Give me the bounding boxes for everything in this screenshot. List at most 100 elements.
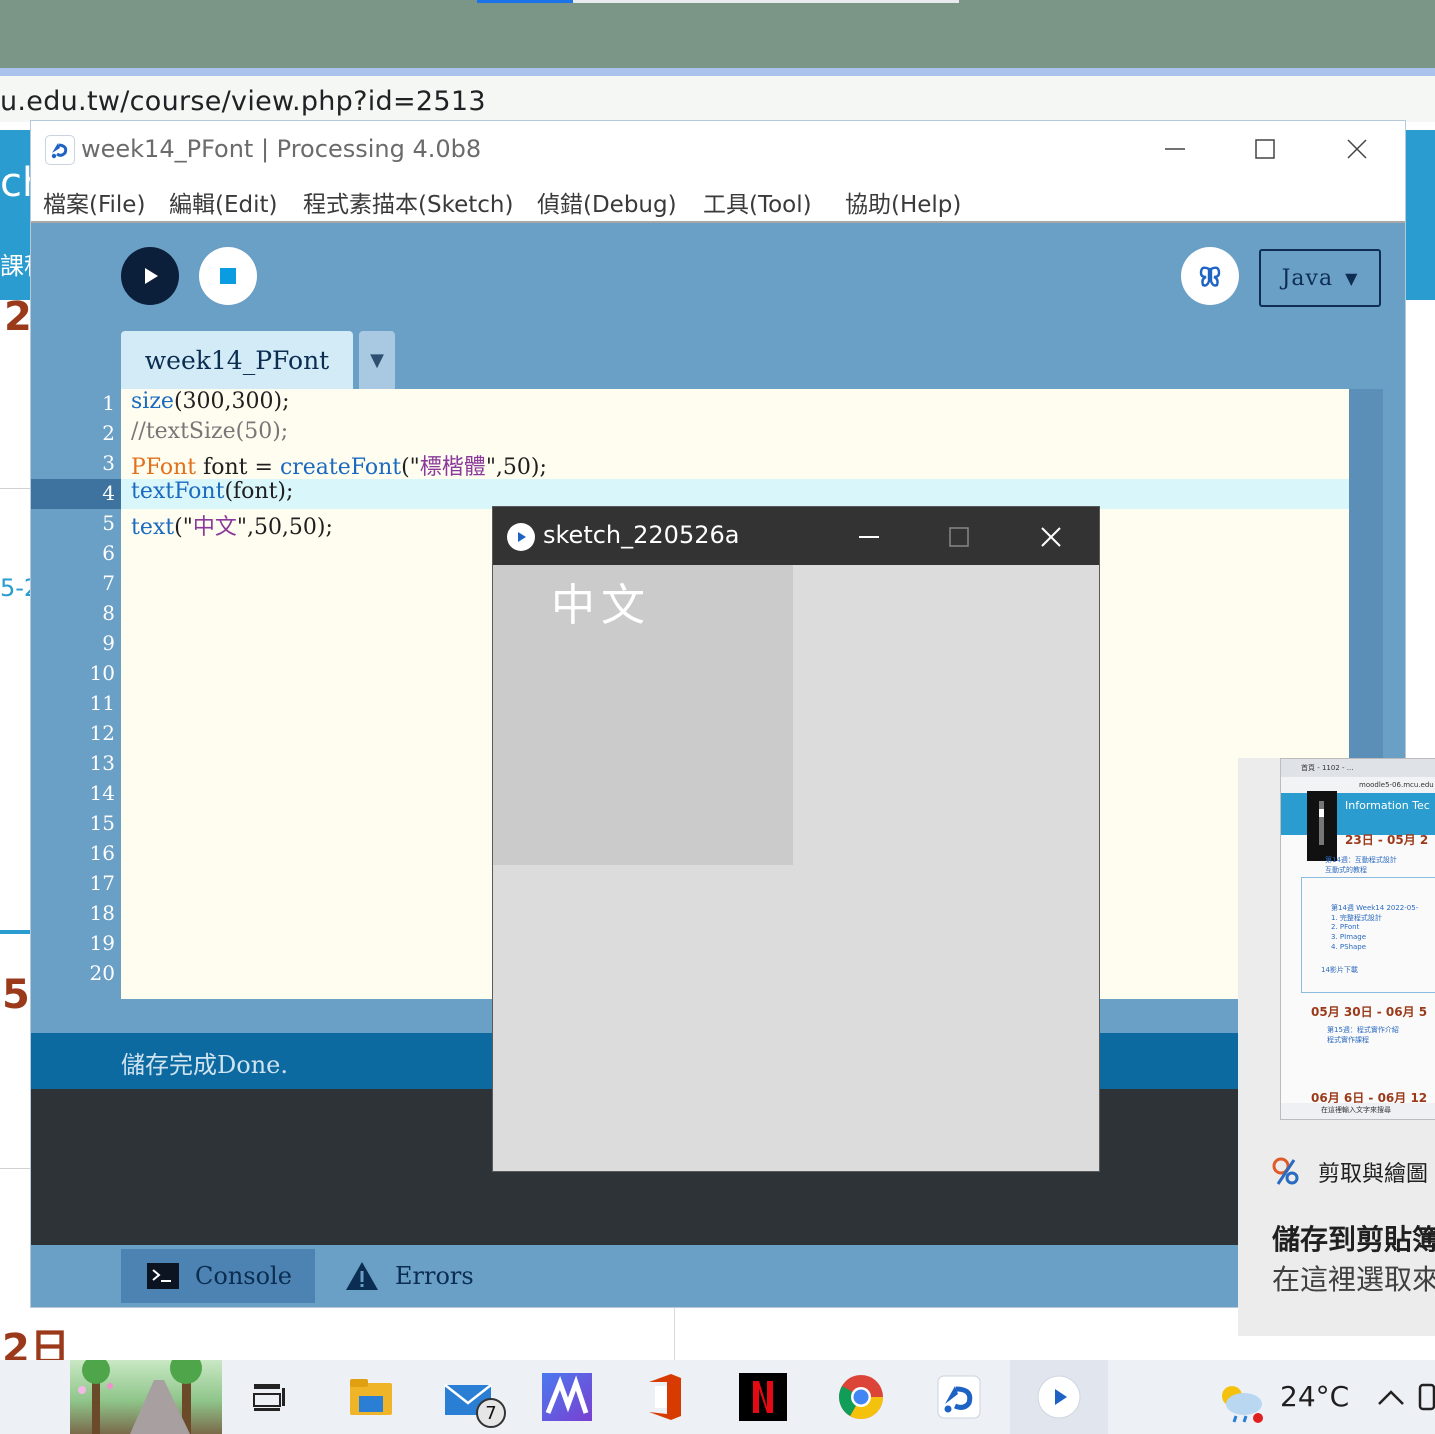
code-text: (300,300); bbox=[173, 389, 290, 414]
bottom-tab-bar: Console Errors bbox=[31, 1245, 1405, 1307]
run-button[interactable] bbox=[121, 247, 179, 305]
chevron-up-icon[interactable] bbox=[1366, 1372, 1416, 1422]
mode-selector[interactable]: Java ▼ bbox=[1259, 249, 1381, 307]
code-type: PFont bbox=[131, 455, 197, 480]
code-line-1[interactable]: size(300,300); bbox=[131, 389, 290, 414]
code-string: 標楷體 bbox=[419, 455, 486, 480]
page-divider bbox=[0, 1168, 32, 1169]
line-number: 14 bbox=[89, 781, 115, 805]
menu-sketch[interactable]: 程式素描本(Sketch) bbox=[303, 185, 513, 219]
close-button[interactable] bbox=[1005, 513, 1097, 561]
code-line-5[interactable]: text("中文",50,50); bbox=[131, 509, 333, 541]
warning-icon bbox=[346, 1262, 378, 1290]
stop-icon bbox=[220, 268, 236, 284]
tab-week14-pfont[interactable]: week14_PFont bbox=[121, 331, 353, 389]
menu-edit[interactable]: 編輯(Edit) bbox=[169, 185, 278, 219]
line-number: 1 bbox=[102, 391, 115, 415]
thumb-item: 互動式的教程 bbox=[1325, 866, 1367, 874]
sketch-title: sketch_220526a bbox=[543, 521, 740, 549]
maximize-button[interactable] bbox=[1219, 125, 1311, 173]
current-line-highlight bbox=[121, 479, 1349, 509]
tab-indicator bbox=[573, 0, 959, 3]
thumb-search: 在這裡輸入文字來搜尋 bbox=[1321, 1106, 1391, 1114]
stop-button[interactable] bbox=[199, 247, 257, 305]
page-divider bbox=[674, 1300, 675, 1360]
debugger-button[interactable] bbox=[1181, 247, 1239, 305]
code-line-2[interactable]: //textSize(50); bbox=[131, 419, 288, 444]
mail-badge: 7 bbox=[476, 1398, 506, 1428]
line-number: 16 bbox=[89, 841, 115, 865]
tab-console-label: Console bbox=[195, 1262, 292, 1290]
window-titlebar[interactable]: week14_PFont | Processing 4.0b8 bbox=[31, 121, 1405, 177]
close-button[interactable] bbox=[1311, 125, 1403, 173]
code-text: (" bbox=[174, 515, 193, 540]
page-divider bbox=[0, 488, 32, 489]
sketch-taskbar-icon[interactable] bbox=[1034, 1372, 1084, 1422]
code-line-4[interactable]: textFont(font); bbox=[131, 479, 293, 504]
menu-debug[interactable]: 偵錯(Debug) bbox=[537, 185, 677, 219]
snip-notification[interactable]: 首頁 - 1102 - ... moodle5-06.mcu.edu Infor… bbox=[1238, 758, 1435, 1336]
thumb-item: 14影片下載 bbox=[1321, 966, 1358, 974]
line-number: 12 bbox=[89, 721, 115, 745]
menu-tool[interactable]: 工具(Tool) bbox=[703, 185, 812, 219]
tab-errors[interactable]: Errors bbox=[345, 1249, 505, 1303]
office-icon[interactable] bbox=[640, 1372, 690, 1422]
minimize-button[interactable] bbox=[1129, 125, 1221, 173]
page-week-fragment: 5 bbox=[2, 972, 30, 1018]
line-number: 7 bbox=[102, 571, 115, 595]
code-function: textFont bbox=[131, 479, 225, 504]
address-text[interactable]: u.edu.tw/course/view.php?id=2513 bbox=[0, 86, 486, 117]
weather-rain-icon[interactable] bbox=[1216, 1378, 1266, 1428]
chrome-icon[interactable] bbox=[836, 1372, 886, 1422]
menu-file[interactable]: 檔案(File) bbox=[43, 185, 145, 219]
scissors-icon bbox=[1272, 1154, 1302, 1188]
thumb-url: moodle5-06.mcu.edu bbox=[1359, 781, 1434, 789]
menu-bar: 檔案(File) 編輯(Edit) 程式素描本(Sketch) 偵錯(Debug… bbox=[31, 177, 1405, 223]
terminal-icon bbox=[147, 1263, 179, 1289]
thumb-item: 3. PImage bbox=[1331, 933, 1367, 941]
browser-tabstrip bbox=[0, 0, 1435, 68]
menu-help[interactable]: 協助(Help) bbox=[845, 185, 961, 219]
sketch-tab-bar: week14_PFont ▼ bbox=[31, 331, 1405, 389]
address-bar[interactable]: u.edu.tw/course/view.php?id=2513 bbox=[0, 76, 1435, 122]
play-icon bbox=[145, 268, 158, 284]
notification-app-name: 剪取與繪圖 bbox=[1318, 1162, 1429, 1187]
line-number: 2 bbox=[102, 421, 115, 445]
widget-nature-image[interactable] bbox=[70, 1352, 222, 1434]
minimize-button[interactable] bbox=[823, 513, 915, 561]
notification-subtext: 在這裡選取來 bbox=[1272, 1263, 1435, 1296]
maximize-button[interactable] bbox=[913, 513, 1005, 561]
butterfly-debug-icon bbox=[1199, 266, 1221, 287]
netflix-icon[interactable] bbox=[738, 1372, 788, 1422]
mode-label: Java bbox=[1281, 265, 1334, 291]
line-number: 10 bbox=[89, 661, 115, 685]
weather-temperature[interactable]: 24°C bbox=[1280, 1380, 1349, 1413]
maestro-app-icon[interactable] bbox=[542, 1372, 592, 1422]
code-line-3[interactable]: PFont font = createFont("標楷體",50); bbox=[131, 449, 547, 481]
mail-icon[interactable]: 7 bbox=[444, 1372, 506, 1428]
line-number: 18 bbox=[89, 901, 115, 925]
thumb-item: 第14週 Week14 2022-05- bbox=[1331, 904, 1419, 912]
window-title: week14_PFont | Processing 4.0b8 bbox=[81, 135, 482, 163]
canvas-text: 中文 bbox=[551, 580, 651, 631]
chevron-down-icon: ▼ bbox=[370, 349, 384, 371]
task-view-icon[interactable] bbox=[244, 1372, 294, 1422]
sketch-titlebar[interactable]: sketch_220526a bbox=[493, 507, 1099, 565]
toolbar: Java ▼ bbox=[31, 225, 1405, 331]
network-icon[interactable] bbox=[1418, 1372, 1435, 1422]
line-number: 11 bbox=[89, 691, 115, 715]
sketch-run-icon bbox=[507, 523, 535, 551]
chevron-down-icon: ▼ bbox=[1345, 268, 1359, 288]
sketch-window: sketch_220526a 中文 bbox=[492, 506, 1100, 1172]
line-number: 3 bbox=[102, 451, 115, 475]
file-explorer-icon[interactable] bbox=[346, 1372, 396, 1422]
line-number: 17 bbox=[89, 871, 115, 895]
thumb-item: 程式實作課程 bbox=[1327, 1036, 1369, 1044]
line-number: 6 bbox=[102, 541, 115, 565]
processing-taskbar-icon[interactable] bbox=[934, 1372, 984, 1422]
tab-menu-button[interactable]: ▼ bbox=[359, 331, 395, 389]
processing-logo-icon bbox=[45, 135, 75, 165]
screenshot-thumbnail[interactable]: 首頁 - 1102 - ... moodle5-06.mcu.edu Infor… bbox=[1280, 758, 1435, 1120]
sketch-canvas[interactable]: 中文 bbox=[493, 565, 793, 865]
tab-console[interactable]: Console bbox=[121, 1249, 315, 1303]
